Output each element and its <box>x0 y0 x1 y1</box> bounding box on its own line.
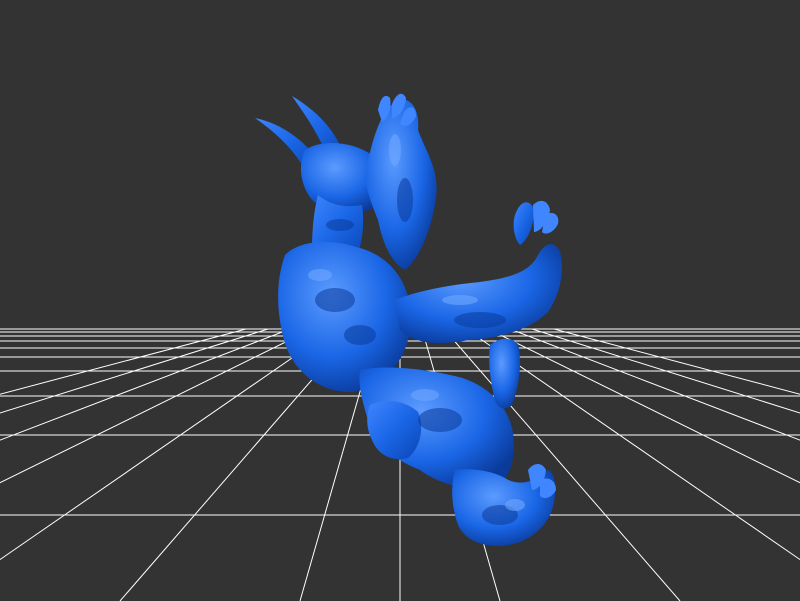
grid-line <box>0 328 335 561</box>
creature-mesh-model[interactable] <box>255 93 562 546</box>
scene-canvas[interactable] <box>0 0 800 601</box>
foot-upper <box>513 202 534 245</box>
grid-line <box>531 328 800 414</box>
shading-blob <box>315 288 355 312</box>
highlight-blob <box>389 134 401 166</box>
shading-blob <box>326 219 354 231</box>
shading-blob <box>397 178 413 222</box>
grid-line <box>0 328 291 441</box>
thigh <box>367 400 422 460</box>
shading-blob <box>454 312 506 328</box>
grid-line <box>0 328 269 414</box>
3d-viewport[interactable] <box>0 0 800 601</box>
highlight-blob <box>442 295 478 305</box>
highlight-blob <box>505 499 525 511</box>
highlight-blob <box>411 389 439 401</box>
extended-leg <box>395 244 562 343</box>
shading-blob <box>418 408 462 432</box>
highlight-blob <box>308 269 332 281</box>
shading-blob <box>344 325 376 345</box>
grid-line <box>509 328 800 441</box>
